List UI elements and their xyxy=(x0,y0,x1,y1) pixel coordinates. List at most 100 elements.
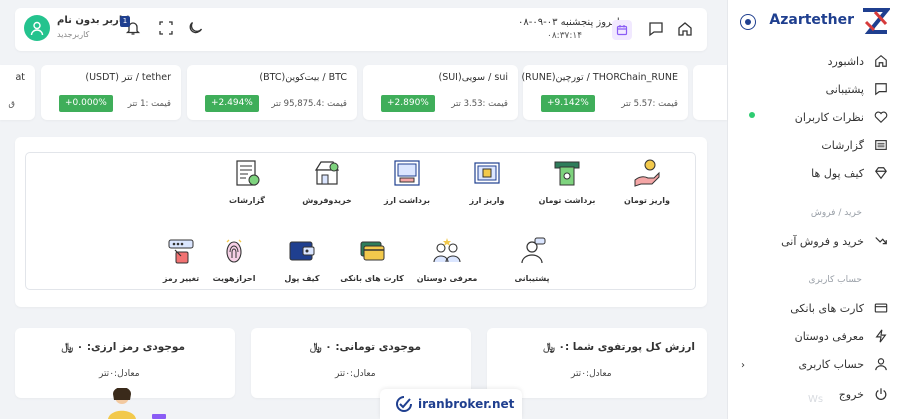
ticker-name: tether / تتر (USDT) xyxy=(85,72,171,83)
ticker-card-partial[interactable]: at ق xyxy=(0,65,35,120)
nav-user-reviews[interactable]: نظرات کاربران xyxy=(738,106,888,128)
message-icon[interactable] xyxy=(648,21,664,37)
user-name[interactable]: کاربر بدون نام xyxy=(57,15,128,26)
fingerprint-icon xyxy=(226,239,242,263)
user-icon xyxy=(875,358,887,371)
trend-icon xyxy=(875,237,887,245)
service-buy-sell[interactable]: خریدوفروش xyxy=(287,158,367,205)
diamond-icon xyxy=(875,167,887,180)
service-crypto-withdraw[interactable]: برداشت ارز xyxy=(367,158,447,205)
section-trade: خرید / فروش xyxy=(810,208,862,218)
chevron-right-icon[interactable]: › xyxy=(741,360,745,371)
check-logo-icon xyxy=(396,396,412,412)
nav-referral[interactable]: معرفی دوستان xyxy=(738,325,888,347)
ticker-name: BTC / بیت‌کوین(BTC) xyxy=(259,72,347,83)
balance-title: موجودی تومانی: ۰ ﷼ xyxy=(310,341,421,353)
power-icon xyxy=(875,388,887,400)
wallet-icon xyxy=(289,241,315,261)
ticker-change-badge: +2.494% xyxy=(205,95,259,112)
nav-support[interactable]: پشتیبانی xyxy=(738,78,888,100)
user-role: کاربرجدید xyxy=(57,30,90,39)
service-toman-withdraw[interactable]: برداشت تومان xyxy=(527,158,607,205)
bolt-icon xyxy=(875,329,887,343)
hand-coin-icon xyxy=(634,159,660,187)
nav-label: داشبورد xyxy=(827,54,864,68)
chat-icon xyxy=(875,83,887,96)
cash-withdraw-icon xyxy=(554,161,580,186)
service-label: خریدوفروش xyxy=(302,196,352,205)
nav-bank-cards[interactable]: کارت های بانکی xyxy=(738,297,888,319)
list-icon xyxy=(875,140,887,150)
nav-label: کارت های بانکی xyxy=(790,301,864,315)
report-icon xyxy=(236,160,260,186)
service-label: واریز ارز xyxy=(469,196,505,205)
service-referral[interactable]: معرفی دوستان xyxy=(407,236,487,283)
ticker-name: at xyxy=(15,72,25,83)
ticker-change-badge: +9.142% xyxy=(541,95,595,112)
service-change-password[interactable]: تغییر رمز xyxy=(141,236,221,283)
brand[interactable]: Azartether xyxy=(740,6,890,36)
nav-label: گزارشات xyxy=(821,138,864,152)
fullscreen-icon[interactable] xyxy=(159,21,173,35)
watermark: iranbroker.net xyxy=(380,389,522,419)
user-avatar-icon xyxy=(30,21,44,36)
balance-equivalent: معادل:۰تتر xyxy=(335,369,376,379)
home-icon[interactable] xyxy=(677,21,693,37)
ticker-price: قیمت :95,875.4 تتر xyxy=(271,99,347,109)
card-icon xyxy=(874,303,888,313)
ticker-price: قیمت :3.53 تتر xyxy=(451,99,508,109)
ticker-card[interactable]: sui / سویی(SUI) قیمت :3.53 تتر +2.890% xyxy=(363,65,518,120)
service-label: گزارشات xyxy=(229,196,265,205)
balance-card-toman: موجودی تومانی: ۰ ﷼ معادل:۰تتر xyxy=(251,328,471,398)
service-toman-deposit[interactable]: واریز تومان xyxy=(607,158,687,205)
nav-label: حساب کاربری xyxy=(798,357,864,371)
nav-wallets[interactable]: کیف پول ها xyxy=(738,162,888,184)
notification-badge: 1 xyxy=(120,16,130,27)
person-illustration-icon xyxy=(108,388,166,419)
nav-label: نظرات کاربران xyxy=(794,110,864,124)
services-panel: واریز تومان برداشت تومان واریز ارز برداش… xyxy=(15,137,707,307)
nav-reports[interactable]: گزارشات xyxy=(738,134,888,156)
service-wallet[interactable]: کیف پول xyxy=(262,236,342,283)
home-icon xyxy=(875,55,887,67)
service-crypto-deposit[interactable]: واریز ارز xyxy=(447,158,527,205)
online-indicator xyxy=(749,112,755,118)
service-reports[interactable]: گزارشات xyxy=(207,158,287,205)
nav-account[interactable]: حساب کاربری xyxy=(738,353,888,375)
service-label: تغییر رمز xyxy=(162,274,200,283)
ticker-card[interactable]: tether / تتر (USDT) قیمت :1 تتر +0.000% xyxy=(41,65,181,120)
balance-card-portfolio: ارزش کل پورتفوی شما :۰ ﷼ معادل:۰تتر xyxy=(487,328,707,398)
calendar-icon xyxy=(616,25,628,36)
balance-title: ارزش کل پورتفوی شما :۰ ﷼ xyxy=(543,341,695,353)
service-support[interactable]: پشتیبانی xyxy=(492,236,572,283)
moon-icon[interactable] xyxy=(189,21,203,35)
service-label: برداشت تومان xyxy=(538,196,596,205)
service-label: واریز تومان xyxy=(624,196,670,205)
service-label: کیف پول xyxy=(284,274,320,283)
ticker-price: ق xyxy=(8,99,15,109)
bank-cards-icon xyxy=(360,241,385,261)
sidebar: Azartether داشبورد پشتیبانی نظرات کاربرا… xyxy=(727,0,900,419)
nav-instant-trade[interactable]: خرید و فروش آنی xyxy=(738,230,888,252)
faint-watermark: Ws xyxy=(808,394,824,405)
nav-dashboard[interactable]: داشبورد xyxy=(738,50,888,72)
avatar[interactable] xyxy=(24,15,50,41)
current-time: ۰۸:۳۷:۱۴ xyxy=(547,31,583,41)
service-label: کارت های بانکی xyxy=(340,274,404,283)
ticker-card[interactable]: THORChain_RUNE / تورچین(RUNE) قیمت :5.57… xyxy=(521,65,688,120)
ticker-price: قیمت :1 تتر xyxy=(127,99,171,109)
calendar-button[interactable] xyxy=(612,20,632,40)
ticker-change-badge: +2.890% xyxy=(381,95,435,112)
service-bank-cards[interactable]: کارت های بانکی xyxy=(332,236,412,283)
sidebar-toggle-icon[interactable] xyxy=(740,14,756,30)
ticker-card[interactable]: BTC / بیت‌کوین(BTC) قیمت :95,875.4 تتر +… xyxy=(187,65,357,120)
service-label: پشتیبانی xyxy=(514,274,550,283)
heart-icon xyxy=(874,111,888,124)
brand-name: Azartether xyxy=(769,12,854,28)
ticker-change-badge: +0.000% xyxy=(59,95,113,112)
support-icon xyxy=(521,237,546,264)
nav-label: خرید و فروش آنی xyxy=(781,234,864,248)
balance-equivalent: معادل:۰تتر xyxy=(571,369,612,379)
watermark-text: iranbroker.net xyxy=(418,397,515,411)
ticker-card-partial[interactable] xyxy=(693,65,727,120)
